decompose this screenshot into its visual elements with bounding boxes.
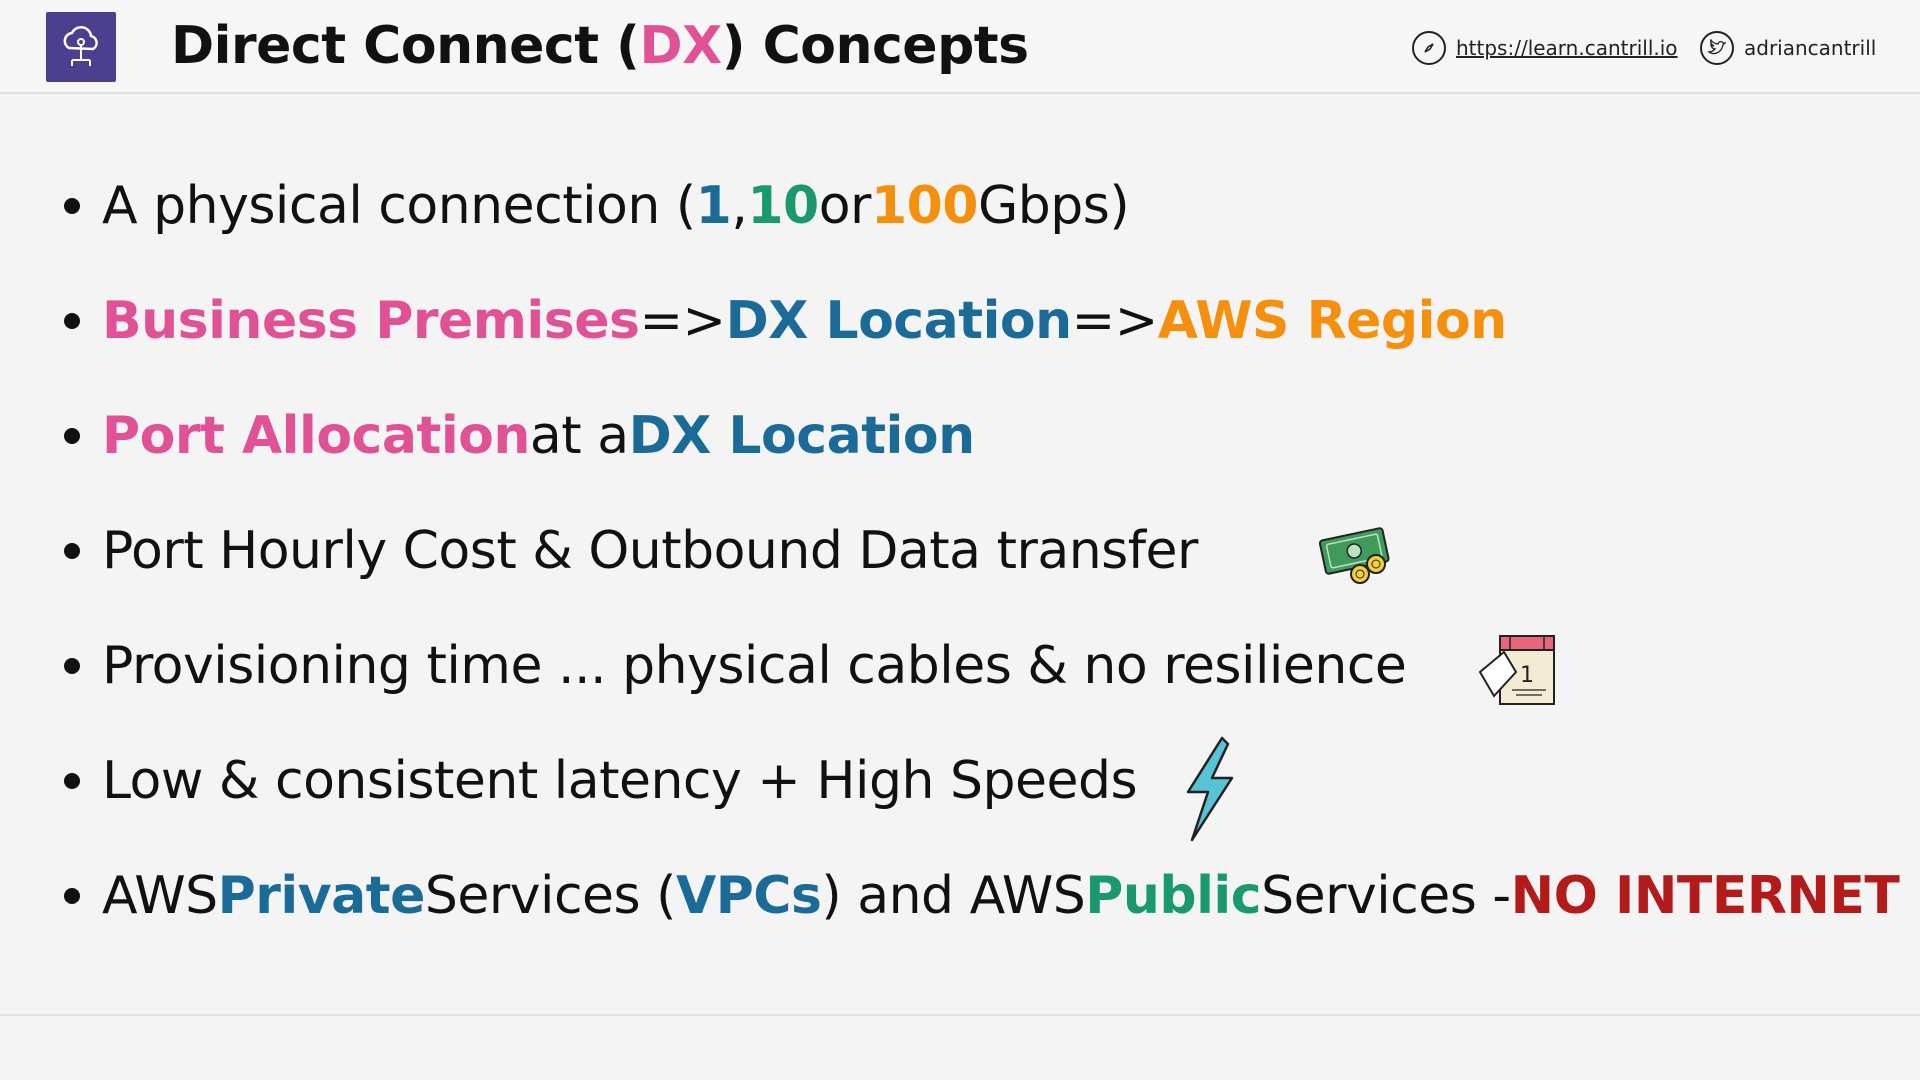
money-icon xyxy=(1316,520,1396,594)
speed-100: 100 xyxy=(870,176,979,236)
text: Services - xyxy=(1261,866,1511,926)
compass-icon xyxy=(1412,31,1446,65)
text: Provisioning time ... physical cables & … xyxy=(102,636,1407,696)
twitter-link[interactable]: adriancantrill xyxy=(1700,28,1876,68)
bullet-physical-connection: A physical connection (1, 10 or 100 Gbps… xyxy=(64,171,1130,241)
vpcs: VPCs xyxy=(675,866,822,926)
arrow-text: => xyxy=(639,291,726,351)
text: Gbps) xyxy=(977,176,1130,236)
bullet-dot xyxy=(64,428,80,444)
bullet-dot xyxy=(64,773,80,789)
twitter-handle[interactable]: adriancantrill xyxy=(1744,36,1876,60)
svg-text:1: 1 xyxy=(1520,663,1534,688)
text: ) and AWS xyxy=(821,866,1086,926)
dx-location: DX Location xyxy=(725,291,1073,351)
bullet-cost: Port Hourly Cost & Outbound Data transfe… xyxy=(64,516,1198,586)
footer-divider xyxy=(0,1014,1920,1016)
port-allocation: Port Allocation xyxy=(102,406,530,466)
website-link[interactable]: https://learn.cantrill.io xyxy=(1412,28,1678,68)
title-text-end: ) Concepts xyxy=(721,16,1029,76)
bullet-provisioning: Provisioning time ... physical cables & … xyxy=(64,631,1407,701)
text: AWS xyxy=(102,866,218,926)
calendar-icon: 1 xyxy=(1476,632,1560,712)
dx-location: DX Location xyxy=(628,406,976,466)
bullet-port-allocation: Port Allocation at a DX Location xyxy=(64,401,975,471)
text: Port Hourly Cost & Outbound Data transfe… xyxy=(102,521,1198,581)
bullet-dot xyxy=(64,888,80,904)
page-title: Direct Connect (DX) Concepts xyxy=(171,14,1029,78)
title-text: Direct Connect ( xyxy=(171,16,640,76)
arrow-text: => xyxy=(1071,291,1159,351)
header: Direct Connect (DX) Concepts https://lea… xyxy=(0,0,1920,94)
title-dx: DX xyxy=(639,16,722,76)
twitter-bird-icon xyxy=(1700,31,1734,65)
website-text[interactable]: https://learn.cantrill.io xyxy=(1456,36,1678,60)
text: at a xyxy=(529,406,629,466)
no-internet: NO INTERNET xyxy=(1510,866,1900,926)
cloud-network-icon xyxy=(46,12,116,82)
private: Private xyxy=(217,866,426,926)
aws-region: AWS Region xyxy=(1157,291,1507,351)
business-premises: Business Premises xyxy=(102,291,640,351)
bullet-dot xyxy=(64,543,80,559)
speed-10: 10 xyxy=(747,176,819,236)
bullet-dot xyxy=(64,658,80,674)
text: Services ( xyxy=(424,866,677,926)
bullet-dot xyxy=(64,313,80,329)
bullet-path: Business Premises => DX Location => AWS … xyxy=(64,286,1507,356)
text: , xyxy=(731,176,748,236)
lightning-icon xyxy=(1174,734,1244,848)
bullet-dot xyxy=(64,198,80,214)
text: or xyxy=(818,176,872,236)
speed-1: 1 xyxy=(695,176,732,236)
bullet-latency: Low & consistent latency + High Speeds xyxy=(64,746,1138,816)
public: Public xyxy=(1085,866,1262,926)
text: A physical connection ( xyxy=(102,176,696,236)
bullet-services: AWS Private Services (VPCs) and AWS Publ… xyxy=(64,861,1900,931)
text: Low & consistent latency + High Speeds xyxy=(102,751,1138,811)
